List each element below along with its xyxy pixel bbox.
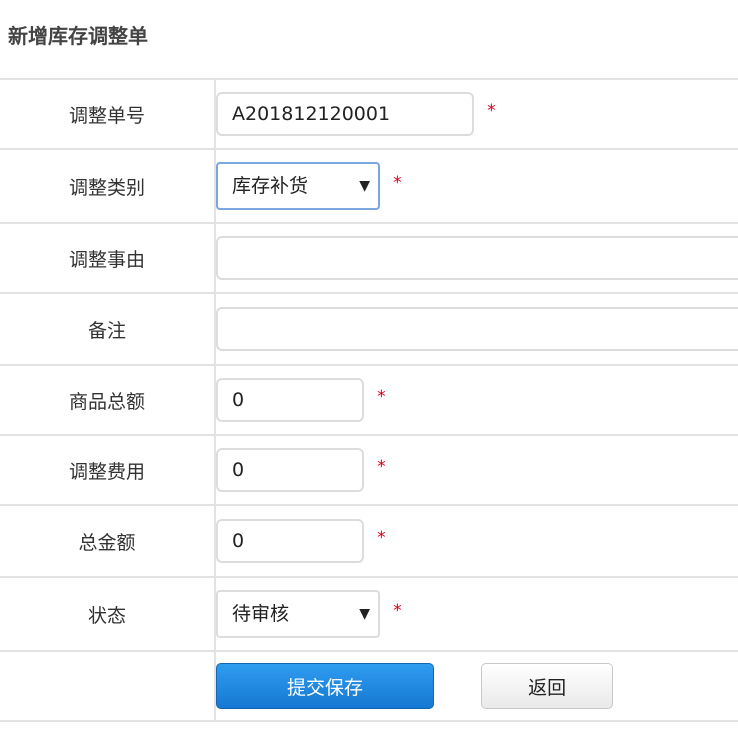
form-row-adjust-fee: 调整费用 * — [0, 434, 738, 505]
submit-save-button[interactable]: 提交保存 — [216, 663, 434, 709]
status-select[interactable]: 待审核 ▼ — [216, 590, 380, 638]
form-row-actions: 提交保存 返回 — [0, 650, 738, 722]
remark-input[interactable] — [216, 307, 738, 351]
remark-cell — [215, 292, 738, 365]
required-marker: * — [487, 101, 496, 121]
goods-total-cell: * — [215, 364, 738, 435]
adjust-reason-input[interactable] — [216, 236, 738, 280]
adjust-fee-cell: * — [215, 434, 738, 505]
total-amount-input[interactable] — [216, 519, 364, 563]
adjust-reason-cell — [215, 222, 738, 293]
adjust-no-label: 调整单号 — [0, 78, 216, 149]
adjust-no-cell: * — [215, 78, 738, 149]
adjust-type-value: 库存补货 — [232, 175, 309, 197]
form-row-adjust-type: 调整类别 库存补货 ▼ * — [0, 148, 738, 223]
adjust-type-cell: 库存补货 ▼ * — [215, 148, 738, 223]
triangle-down-icon: ▼ — [359, 606, 370, 622]
adjustment-form: 调整单号 * 调整类别 库存补货 ▼ * 调整事由 备注 商品总额 * — [0, 78, 738, 722]
required-marker: * — [377, 528, 386, 548]
form-row-adjust-reason: 调整事由 — [0, 222, 738, 293]
status-value: 待审核 — [232, 603, 290, 625]
total-amount-cell: * — [215, 504, 738, 577]
required-marker: * — [393, 173, 402, 193]
form-row-adjust-no: 调整单号 * — [0, 78, 738, 149]
required-marker: * — [377, 387, 386, 407]
adjust-type-label: 调整类别 — [0, 148, 216, 223]
status-cell: 待审核 ▼ * — [215, 576, 738, 651]
adjust-type-select[interactable]: 库存补货 ▼ — [216, 162, 380, 210]
adjust-reason-label: 调整事由 — [0, 222, 216, 293]
page-title: 新增库存调整单 — [8, 24, 148, 48]
form-row-status: 状态 待审核 ▼ * — [0, 576, 738, 651]
status-label: 状态 — [0, 576, 216, 651]
triangle-down-icon: ▼ — [359, 178, 370, 194]
required-marker: * — [393, 601, 402, 621]
required-marker: * — [377, 457, 386, 477]
goods-total-input[interactable] — [216, 378, 364, 422]
form-row-total-amount: 总金额 * — [0, 504, 738, 577]
actions-label-cell — [0, 650, 216, 722]
goods-total-label: 商品总额 — [0, 364, 216, 435]
adjust-fee-input[interactable] — [216, 448, 364, 492]
adjust-fee-label: 调整费用 — [0, 434, 216, 505]
total-amount-label: 总金额 — [0, 504, 216, 577]
form-row-remark: 备注 — [0, 292, 738, 365]
back-button[interactable]: 返回 — [481, 663, 614, 709]
actions-cell: 提交保存 返回 — [215, 650, 738, 722]
form-row-goods-total: 商品总额 * — [0, 364, 738, 435]
adjust-no-input[interactable] — [216, 92, 474, 136]
remark-label: 备注 — [0, 292, 216, 365]
